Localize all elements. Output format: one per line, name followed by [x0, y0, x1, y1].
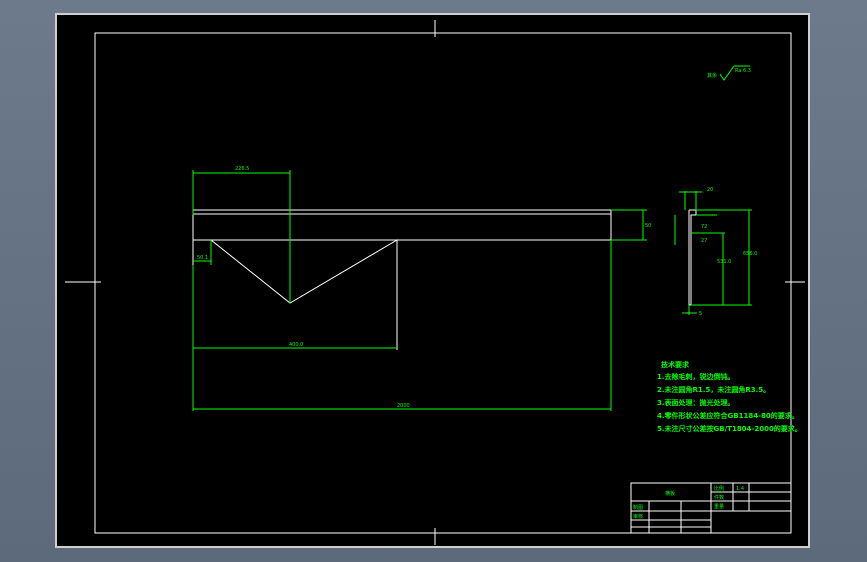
- dim-height-right: 50: [645, 223, 651, 229]
- dim-total-length: 2000: [397, 403, 410, 409]
- dim-bottom-width: 400.0: [289, 342, 303, 348]
- note-item: 3.表面处理：抛光处理。: [657, 398, 735, 407]
- note-item: 1.去除毛刺，锐边倒钝。: [657, 372, 735, 381]
- qty-label: 件数: [714, 494, 724, 501]
- weight-label: 重量: [714, 503, 724, 510]
- inner-frame: [94, 32, 792, 534]
- side-dim-bottom: 5: [699, 311, 702, 317]
- side-dim-b: 27: [701, 238, 707, 244]
- dim-small-left: 50.1: [197, 255, 208, 261]
- dim-top-width: 226.5: [235, 166, 249, 172]
- note-item: 2.未注圆角R1.5，未注圆角R3.5。: [657, 385, 770, 394]
- scale-label: 比例: [714, 485, 724, 492]
- title-block: 横板 比例 1:4 件数 重量 制图 审核: [630, 482, 792, 534]
- side-dim-mid: 531.0: [717, 259, 731, 265]
- side-dim-a: 72: [701, 224, 707, 230]
- scale-value: 1:4: [736, 486, 744, 492]
- part-name: 横板: [665, 490, 675, 497]
- drawing-sheet: 其余 Ra 6.3 226.5 400.0 2000 50 50.1 20 72…: [55, 13, 810, 548]
- checked-label: 审核: [633, 513, 643, 520]
- side-dim-top: 20: [707, 187, 713, 193]
- note-item: 5.未注尺寸公差按GB/T1804-2000的要求。: [657, 424, 802, 433]
- notes-title: 技术要求: [661, 360, 690, 369]
- technical-notes: 技术要求 1.去除毛刺，锐边倒钝。 2.未注圆角R1.5，未注圆角R3.5。 3…: [657, 360, 802, 433]
- drawn-label: 制图: [633, 504, 643, 511]
- roughness-prefix: 其余: [707, 72, 717, 79]
- roughness-value: Ra 6.3: [735, 68, 751, 74]
- cad-drawing: 其余 Ra 6.3 226.5 400.0 2000 50 50.1 20 72…: [65, 20, 805, 545]
- side-profile: [688, 209, 697, 306]
- note-item: 4.零件形状公差应符合GB1184-80的要求。: [657, 411, 799, 420]
- side-dim-total: 656.0: [743, 251, 757, 257]
- part-v-notch: [193, 239, 398, 350]
